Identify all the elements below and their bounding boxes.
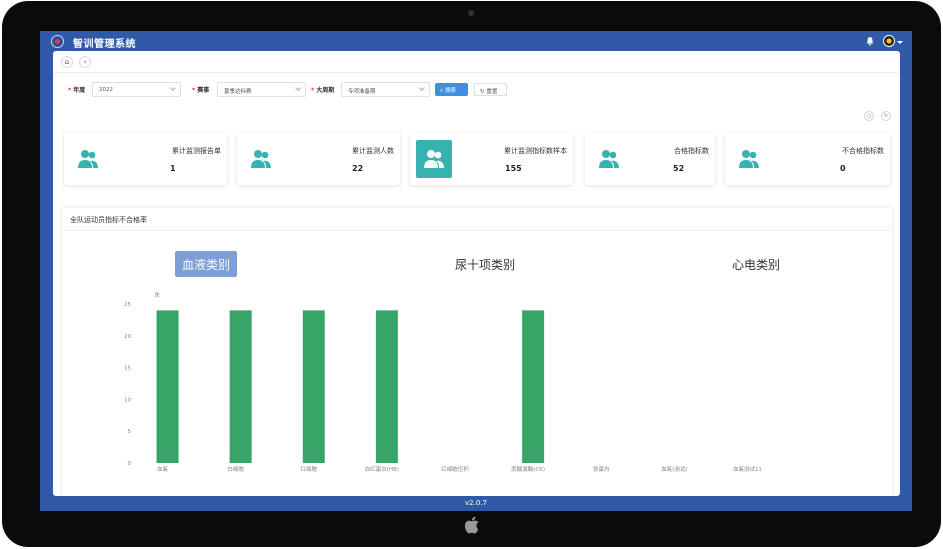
stat-card-reports: 累计监测报告单 1	[64, 133, 227, 185]
category-tab-blood[interactable]: 血液类别	[175, 251, 238, 277]
caret-down-icon[interactable]	[897, 41, 903, 44]
y-tick-label: 20	[124, 334, 131, 340]
event-select[interactable]: 夏季达标赛	[217, 82, 306, 97]
stat-card-people: 累计监测人数 22	[237, 133, 400, 185]
category-tab-urine[interactable]: 尿十项类别	[448, 251, 522, 277]
user-avatar[interactable]	[883, 35, 895, 47]
x-tick-label: 血氧	[157, 465, 169, 473]
users-icon	[599, 150, 619, 168]
bar-chart: 次 0 5 10 15 20 25 血氧 白细胞 红细胞 血红蛋白(HB) 红细胞压积 肌酸激酶(CK)…	[124, 291, 762, 473]
stat-card-qualified: 合格指标数 52	[585, 133, 715, 185]
reset-button[interactable]: ↻ 重置	[474, 83, 507, 96]
search-toggle-icon[interactable]: ○	[864, 111, 874, 121]
main-content: ⌂ ‹ * 年度 2022 * 赛事 夏季达标赛 * 大周期 专项准备期 ⌕ 搜…	[53, 51, 900, 496]
x-tick-label: 血氧(测试)	[661, 465, 687, 473]
x-tick-label: 红细胞	[301, 465, 318, 473]
card-value: 22	[352, 164, 364, 173]
chart-bar	[302, 310, 325, 463]
users-icon	[739, 150, 759, 168]
card-title: 不合格指标数	[842, 147, 884, 155]
x-tick-label: 血氧测试11	[733, 465, 762, 473]
x-tick-label: 红细胞压积	[441, 465, 469, 473]
apple-logo-icon	[464, 516, 479, 534]
stat-card-unqualified: 不合格指标数 0	[725, 133, 890, 185]
x-tick-label: 铁蛋白	[593, 465, 610, 473]
users-icon	[78, 150, 98, 168]
card-title: 累计监测报告单	[172, 147, 221, 155]
x-tick-label: 血红蛋白(HB)	[365, 465, 399, 473]
chevron-left-icon[interactable]: ‹	[79, 56, 91, 68]
divider	[62, 230, 892, 231]
bell-icon[interactable]	[865, 36, 875, 46]
y-tick-label: 0	[128, 461, 132, 467]
users-icon	[424, 150, 444, 168]
chart-panel-title: 全队运动员指标不合格率	[70, 216, 147, 224]
tab-bar: ⌂ ‹	[53, 51, 900, 73]
search-button[interactable]: ⌕ 搜索	[435, 83, 468, 96]
card-title: 累计监测指标数样本	[504, 147, 567, 155]
y-tick-label: 10	[124, 397, 131, 403]
y-axis-unit-label: 次	[154, 291, 160, 299]
card-value: 1	[170, 164, 176, 173]
chart-bar	[375, 310, 398, 463]
y-tick-label: 15	[124, 366, 131, 372]
chart-bar	[229, 310, 252, 463]
event-label: * 赛事	[192, 87, 210, 94]
chart-bar	[156, 310, 179, 463]
chevron-down-icon	[170, 85, 176, 91]
card-value: 0	[840, 164, 846, 173]
home-icon[interactable]: ⌂	[61, 56, 73, 68]
app-screen: 智训管理系统 ⌂ ‹ * 年度 2022 * 赛事 夏季达标赛 * 大周期 专项…	[40, 31, 912, 511]
category-tab-ecg[interactable]: 心电类别	[725, 251, 787, 277]
app-title: 智训管理系统	[73, 39, 136, 50]
chevron-down-icon	[419, 85, 425, 91]
card-title: 累计监测人数	[352, 147, 394, 155]
year-label: * 年度	[68, 87, 86, 94]
card-icon-box	[416, 140, 452, 178]
y-tick-label: 25	[124, 302, 131, 308]
chevron-down-icon	[295, 85, 301, 91]
card-title: 合格指标数	[674, 147, 709, 155]
users-icon	[251, 150, 271, 168]
card-value: 155	[505, 164, 522, 173]
period-select[interactable]: 专项准备期	[341, 82, 430, 97]
x-tick-label: 肌酸激酶(CK)	[511, 465, 545, 473]
chart-bar	[522, 310, 545, 463]
title-bar: 智训管理系统	[40, 31, 912, 51]
refresh-icon[interactable]: ↻	[881, 111, 891, 121]
y-tick-label: 5	[128, 429, 132, 435]
camera-dot	[468, 10, 474, 16]
stat-card-samples: 累计监测指标数样本 155	[410, 133, 573, 185]
version-label: v2.0.7	[465, 499, 487, 507]
app-logo-icon	[51, 35, 64, 48]
chart-panel: 全队运动员指标不合格率 血液类别 尿十项类别 心电类别 次 0 5 10 15 20 25 血…	[62, 208, 892, 496]
card-value: 52	[673, 164, 685, 173]
x-tick-label: 白细胞	[227, 465, 244, 473]
year-select[interactable]: 2022	[92, 82, 181, 97]
period-label: * 大周期	[311, 87, 335, 94]
device-frame: 智训管理系统 ⌂ ‹ * 年度 2022 * 赛事 夏季达标赛 * 大周期 专项…	[2, 1, 941, 547]
